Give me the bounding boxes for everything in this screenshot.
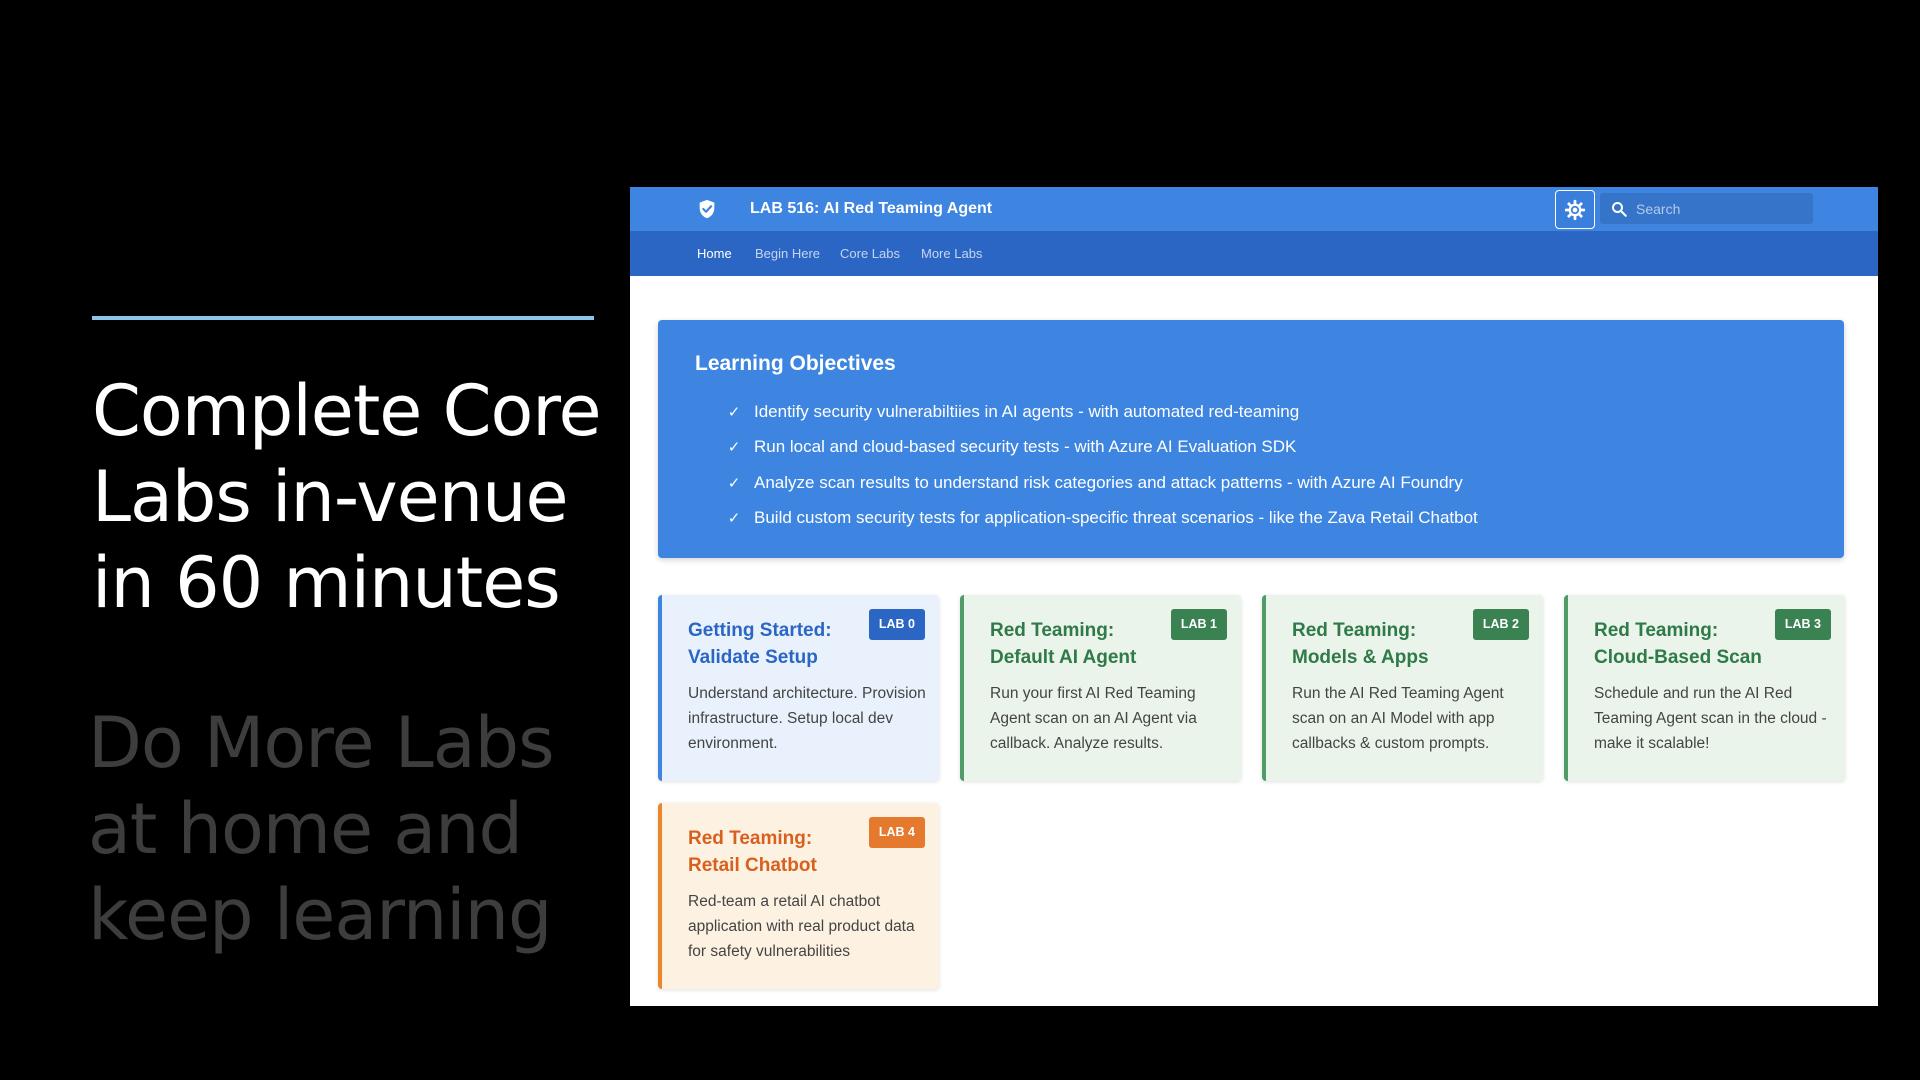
objective-item: ✓ Build custom security tests for applica… bbox=[726, 501, 1478, 537]
accent-rule bbox=[92, 316, 594, 320]
checkmark-icon: ✓ bbox=[727, 439, 741, 457]
subline-line: Do More Labs bbox=[88, 702, 555, 784]
objectives-list: ✓ Identify security vulnerabiltiies in AI… bbox=[726, 394, 1478, 536]
lab-card-3[interactable]: Red Teaming: Cloud-Based Scan LAB 3 Sche… bbox=[1564, 595, 1845, 781]
lab-card-description: Red-team a retail AI chatbot application… bbox=[688, 893, 915, 960]
headline-line: Labs in-venue bbox=[92, 456, 569, 538]
objective-item: ✓ Analyze scan results to understand risk… bbox=[726, 465, 1478, 501]
lab-card-title: Red Teaming: Models & Apps bbox=[1292, 620, 1429, 668]
nav-tab-core-labs[interactable]: Core Labs bbox=[840, 231, 900, 276]
brightness-icon bbox=[1564, 199, 1586, 220]
learning-objectives-panel: Learning Objectives ✓ Identify security v… bbox=[658, 320, 1844, 558]
nav-tab-begin-here[interactable]: Begin Here bbox=[755, 231, 820, 276]
subline-line: at home and bbox=[88, 788, 523, 870]
search-icon bbox=[1612, 202, 1627, 217]
objective-item: ✓ Run local and cloud-based security test… bbox=[726, 430, 1478, 466]
objective-text: Build custom security tests for applicat… bbox=[754, 508, 1478, 528]
objective-text: Analyze scan results to understand risk … bbox=[754, 472, 1463, 492]
subline-line: keep learning bbox=[88, 874, 552, 956]
objective-text: Identify security vulnerabiltiies in AI … bbox=[754, 401, 1300, 421]
lab-card-2[interactable]: Red Teaming: Models & Apps LAB 2 Run the… bbox=[1262, 595, 1543, 781]
objectives-title: Learning Objectives bbox=[695, 352, 896, 375]
site-nav: Home Begin Here Core Labs More Labs bbox=[630, 231, 1878, 276]
lab-badge: LAB 4 bbox=[868, 817, 925, 848]
lab-card-title: Red Teaming: Default AI Agent bbox=[990, 620, 1137, 668]
objective-text: Run local and cloud-based security tests… bbox=[754, 437, 1297, 457]
shield-check-icon[interactable] bbox=[696, 198, 718, 220]
lab-badge: LAB 1 bbox=[1170, 609, 1227, 640]
nav-tab-more-labs[interactable]: More Labs bbox=[921, 231, 982, 276]
search-box[interactable] bbox=[1600, 193, 1813, 224]
lab-badge: LAB 0 bbox=[868, 609, 925, 640]
lab-badge: LAB 2 bbox=[1472, 609, 1529, 640]
site-header: LAB 516: AI Red Teaming Agent bbox=[630, 187, 1878, 231]
lab-card-description: Run the AI Red Teaming Agent scan on an … bbox=[1292, 685, 1504, 752]
slide-subline: Do More Labs at home and keep learning bbox=[88, 700, 608, 958]
lab-badge: LAB 3 bbox=[1774, 609, 1831, 640]
headline-line: Complete Core bbox=[92, 370, 602, 452]
nav-tab-home[interactable]: Home bbox=[697, 231, 732, 276]
checkmark-icon: ✓ bbox=[727, 474, 741, 492]
search-input[interactable] bbox=[1636, 193, 1806, 224]
checkmark-icon: ✓ bbox=[727, 403, 741, 421]
headline-line: in 60 minutes bbox=[92, 542, 561, 624]
site-window: LAB 516: AI Red Teaming Agent Search Hom… bbox=[630, 187, 1878, 1006]
site-title[interactable]: LAB 516: AI Red Teaming Agent bbox=[750, 187, 992, 231]
lab-card-description: Run your first AI Red Teaming Agent scan… bbox=[990, 685, 1197, 752]
lab-card-description: Schedule and run the AI Red Teaming Agen… bbox=[1594, 685, 1827, 752]
slide-headline: Complete Core Labs in-venue in 60 minute… bbox=[92, 368, 612, 626]
lab-card-title: Red Teaming: Cloud-Based Scan bbox=[1594, 620, 1762, 668]
lab-card-4[interactable]: Red Teaming: Retail Chatbot LAB 4 Red-te… bbox=[658, 803, 939, 989]
lab-card-title: Getting Started: Validate Setup bbox=[688, 620, 832, 668]
checkmark-icon: ✓ bbox=[727, 510, 741, 528]
lab-card-description: Understand architecture. Provision infra… bbox=[688, 685, 926, 752]
objective-item: ✓ Identify security vulnerabiltiies in AI… bbox=[726, 394, 1478, 430]
lab-card-0[interactable]: Getting Started: Validate Setup LAB 0 Un… bbox=[658, 595, 939, 781]
lab-card-title: Red Teaming: Retail Chatbot bbox=[688, 828, 817, 876]
lab-card-1[interactable]: Red Teaming: Default AI Agent LAB 1 Run … bbox=[960, 595, 1241, 781]
theme-toggle-button[interactable] bbox=[1555, 190, 1595, 229]
